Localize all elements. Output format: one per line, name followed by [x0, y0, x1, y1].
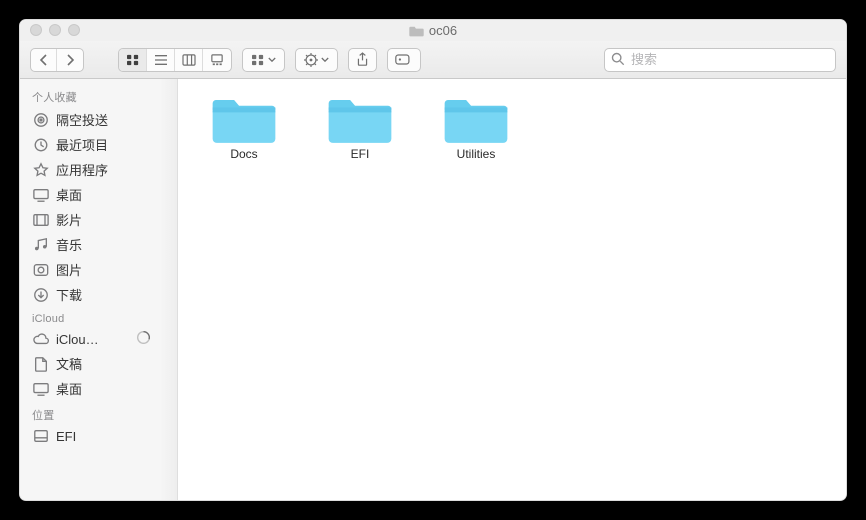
- folder-small-icon: [409, 25, 424, 37]
- sidebar-item-apps[interactable]: 应用程序: [20, 157, 159, 182]
- sidebar-item-recents[interactable]: 最近项目: [20, 132, 159, 157]
- folder-name: Utilities: [457, 147, 496, 161]
- music-icon: [32, 237, 50, 253]
- sidebar-item-desktop[interactable]: 桌面: [20, 182, 159, 207]
- sidebar-item-disk[interactable]: EFI: [20, 425, 159, 447]
- view-list-button[interactable]: [147, 49, 175, 71]
- sidebar[interactable]: 个人收藏隔空投送最近项目应用程序桌面影片音乐图片下载iCloudiClou…文稿…: [20, 79, 177, 500]
- sidebar-item-pictures[interactable]: 图片: [20, 257, 159, 282]
- toolbar: [20, 41, 846, 79]
- sidebar-item-airdrop[interactable]: 隔空投送: [20, 107, 159, 132]
- recents-icon: [32, 137, 50, 153]
- sidebar-item-label: 图片: [56, 260, 151, 279]
- sidebar-item-label: 下载: [56, 285, 151, 304]
- downloads-icon: [32, 287, 50, 303]
- sidebar-item-doc[interactable]: 文稿: [20, 351, 159, 376]
- view-column-button[interactable]: [175, 49, 203, 71]
- finder-window: oc06: [19, 19, 847, 501]
- forward-button[interactable]: [57, 49, 83, 71]
- folder-item[interactable]: EFI: [306, 93, 414, 161]
- view-icon-button[interactable]: [119, 49, 147, 71]
- folder-icon: [211, 93, 277, 145]
- sidebar-item-label: EFI: [56, 429, 151, 444]
- search-field: [604, 48, 836, 72]
- sidebar-item-downloads[interactable]: 下载: [20, 282, 159, 307]
- sidebar-heading: 位置: [20, 401, 177, 425]
- view-gallery-button[interactable]: [203, 49, 231, 71]
- movies-icon: [32, 212, 50, 228]
- pictures-icon: [32, 262, 50, 278]
- chevron-down-icon: [268, 57, 276, 63]
- sidebar-item-label: 音乐: [56, 235, 151, 254]
- action-menu-button[interactable]: [295, 48, 338, 72]
- sidebar-item-cloud[interactable]: iClou…: [20, 327, 159, 351]
- sidebar-heading: iCloud: [20, 307, 177, 327]
- view-switch: [118, 48, 232, 72]
- desktop-icon: [32, 187, 50, 203]
- sidebar-item-desktop[interactable]: 桌面: [20, 376, 159, 401]
- zoom-dot[interactable]: [68, 24, 80, 36]
- sidebar-item-label: 桌面: [56, 379, 151, 398]
- tags-button[interactable]: [387, 48, 421, 72]
- sidebar-item-movies[interactable]: 影片: [20, 207, 159, 232]
- sidebar-item-label: 应用程序: [56, 160, 151, 179]
- sidebar-item-label: 桌面: [56, 185, 151, 204]
- doc-icon: [32, 356, 50, 372]
- sidebar-item-label: 影片: [56, 210, 151, 229]
- folder-icon: [443, 93, 509, 145]
- search-input[interactable]: [604, 48, 836, 72]
- sidebar-item-label: 最近项目: [56, 135, 151, 154]
- progress-icon: [136, 330, 151, 348]
- folder-name: EFI: [351, 147, 370, 161]
- cloud-icon: [32, 331, 50, 347]
- minimize-dot[interactable]: [49, 24, 61, 36]
- apps-icon: [32, 162, 50, 178]
- disk-icon: [32, 428, 50, 444]
- sidebar-item-label: iClou…: [56, 332, 130, 347]
- file-pane[interactable]: Docs EFI Utilities: [178, 79, 846, 500]
- sidebar-item-label: 文稿: [56, 354, 151, 373]
- sidebar-item-label: 隔空投送: [56, 110, 151, 129]
- traffic-lights: [30, 24, 80, 36]
- folder-item[interactable]: Docs: [190, 93, 298, 161]
- window-title: oc06: [409, 23, 457, 38]
- desktop-icon: [32, 381, 50, 397]
- search-icon: [611, 52, 625, 69]
- sidebar-item-music[interactable]: 音乐: [20, 232, 159, 257]
- folder-item[interactable]: Utilities: [422, 93, 530, 161]
- back-button[interactable]: [31, 49, 57, 71]
- close-dot[interactable]: [30, 24, 42, 36]
- folder-name: Docs: [230, 147, 257, 161]
- airdrop-icon: [32, 112, 50, 128]
- sidebar-heading: 个人收藏: [20, 83, 177, 107]
- window-title-text: oc06: [429, 23, 457, 38]
- titlebar: oc06: [20, 20, 846, 41]
- folder-icon: [327, 93, 393, 145]
- nav-buttons: [30, 48, 84, 72]
- group-menu-button[interactable]: [242, 48, 285, 72]
- chevron-down-icon: [321, 57, 329, 63]
- share-button[interactable]: [348, 48, 377, 72]
